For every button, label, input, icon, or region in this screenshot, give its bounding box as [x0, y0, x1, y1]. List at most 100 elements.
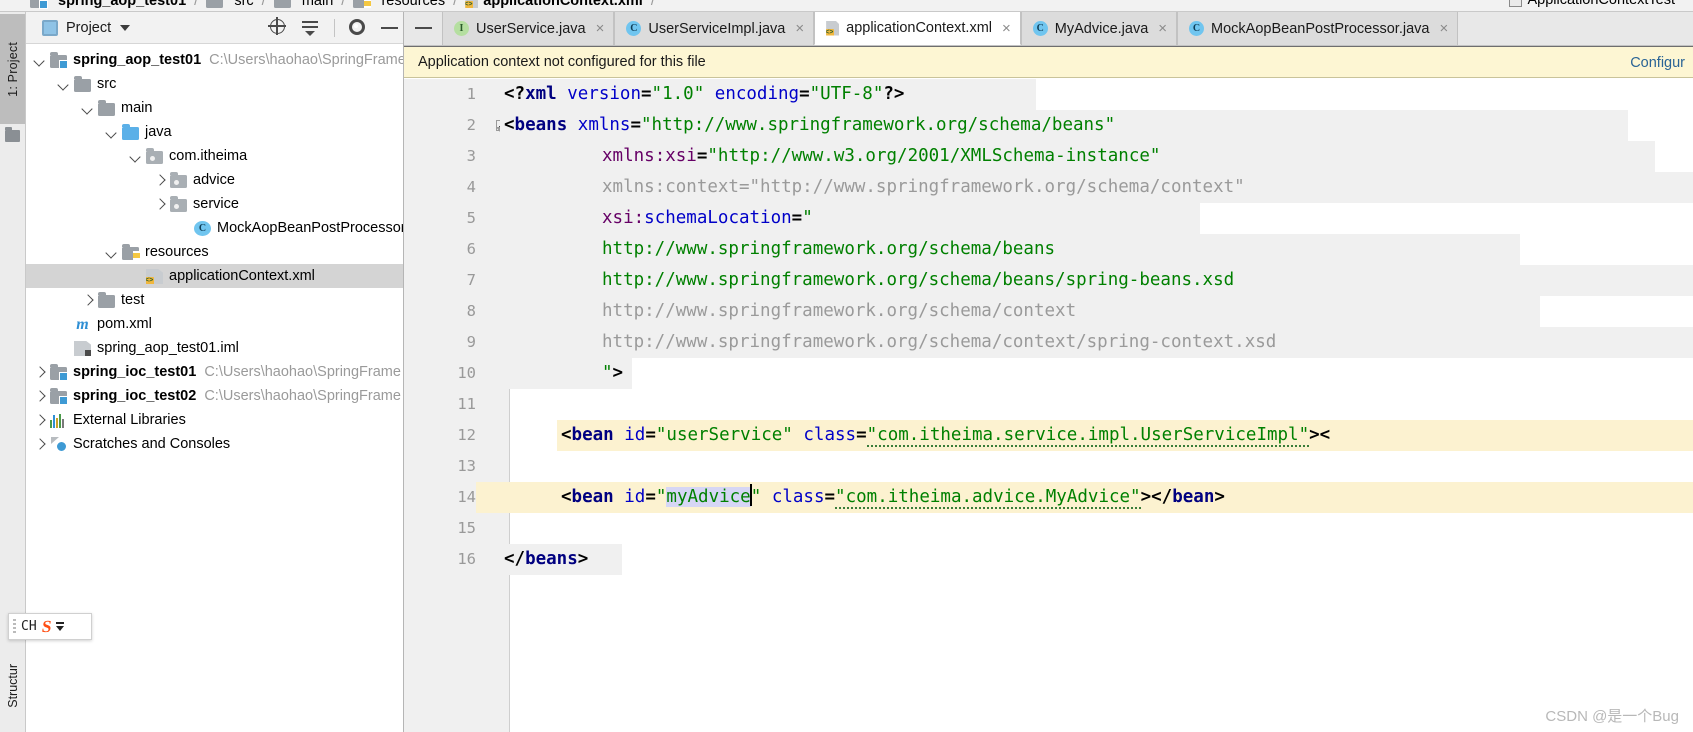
chevron-right-icon[interactable] [34, 414, 47, 427]
chevron-right-icon[interactable] [154, 174, 167, 187]
chevron-right-icon[interactable] [154, 198, 167, 211]
code-line[interactable]: 15 [404, 513, 1693, 544]
tree-item-advice[interactable]: advice [26, 168, 403, 192]
chevron-right-icon[interactable] [82, 294, 95, 307]
fold-marker-bean14[interactable] [492, 606, 510, 637]
code-line[interactable]: 16 </beans> [404, 544, 1693, 575]
tree-item-label: test [121, 292, 145, 308]
editor-tab-applicationcontext-xml[interactable]: applicationContext.xml × [814, 12, 1021, 45]
expand-icon[interactable] [56, 622, 65, 631]
close-icon[interactable]: × [1158, 20, 1167, 37]
chevron-down-icon[interactable] [130, 150, 143, 163]
line-number: 8 [466, 302, 476, 320]
locate-icon[interactable] [268, 17, 288, 37]
breadcrumb-item-file[interactable]: applicationContext.xml [465, 0, 643, 9]
chevron-right-icon[interactable] [34, 438, 47, 451]
tree-item-resources[interactable]: resources [26, 240, 403, 264]
chevron-down-icon[interactable] [34, 54, 47, 67]
tree-item-test[interactable]: test [26, 288, 403, 312]
collapse-all-icon[interactable] [302, 19, 320, 37]
sogou-ime-icon[interactable]: S [40, 617, 52, 637]
tree-item-main[interactable]: main [26, 96, 403, 120]
close-icon[interactable]: × [1439, 20, 1448, 37]
ime-status-bar[interactable]: CH S [8, 613, 92, 640]
chevron-down-icon[interactable] [106, 126, 119, 139]
tree-item-spring-ioc-test01[interactable]: spring_ioc_test01 C:\Users\haohao\SpringF… [26, 360, 403, 384]
tree-item-spring-aop-test01-iml[interactable]: spring_aop_test01.iml [26, 336, 403, 360]
package-icon [146, 148, 163, 164]
editor-tab-userserviceimpl-java[interactable]: C UserServiceImpl.java × [614, 12, 815, 45]
line-number: 13 [457, 457, 476, 475]
breadcrumb-item-resources[interactable]: resources [353, 0, 445, 9]
code-line-active[interactable]: 14 <bean id="myAdvice" class="com.itheim… [404, 482, 1693, 513]
chevron-down-icon[interactable] [82, 102, 95, 115]
breadcrumb[interactable]: spring_aop_test01 / src / main / resourc… [30, 0, 657, 9]
close-icon[interactable]: × [596, 20, 605, 37]
tree-item-src[interactable]: src [26, 72, 403, 96]
code-line[interactable]: 2 <beans xmlns="http://www.springframewo… [404, 110, 1693, 141]
tree-item-java[interactable]: java [26, 120, 403, 144]
code-line[interactable]: 12 <bean id="userService" class="com.ith… [404, 420, 1693, 451]
code-line[interactable]: 8 http://www.springframework.org/schema/… [404, 296, 1693, 327]
chevron-down-icon[interactable] [58, 78, 71, 91]
tree-item-com-itheima[interactable]: com.itheima [26, 144, 403, 168]
breadcrumb-item-module[interactable]: spring_aop_test01 [30, 0, 186, 9]
chevron-right-icon[interactable] [34, 366, 47, 379]
code-line[interactable]: 10 "> [404, 358, 1693, 389]
chevron-down-icon[interactable] [106, 246, 119, 259]
code-line[interactable]: 5 xsi:schemaLocation=" [404, 203, 1693, 234]
project-tree[interactable]: spring_aop_test01 C:\Users\haohao\SpringF… [26, 44, 403, 456]
line-number: 12 [457, 426, 476, 444]
minimize-icon[interactable] [381, 19, 399, 37]
code-line[interactable]: 4 xmlns:context="http://www.springframew… [404, 172, 1693, 203]
code-line[interactable]: 9 http://www.springframework.org/schema/… [404, 327, 1693, 358]
editor-tab-userservice-java[interactable]: I UserService.java × [442, 12, 615, 45]
editor-tab-myadvice-java[interactable]: C MyAdvice.java × [1020, 12, 1178, 45]
rail-tab-project[interactable]: 1: Project [0, 14, 25, 124]
token: class [771, 487, 825, 507]
gear-icon[interactable] [349, 19, 367, 37]
token: xmlns [602, 146, 655, 166]
selected-text[interactable]: myAdvice [666, 487, 751, 507]
close-icon[interactable]: × [795, 20, 804, 37]
editor-tab-mockaopbeanpostprocessor-java[interactable]: C MockAopBeanPostProcessor.java × [1177, 12, 1459, 45]
code-line[interactable]: 11 [404, 389, 1693, 420]
close-icon[interactable]: × [1002, 20, 1011, 37]
code-line[interactable]: 3 xmlns:xsi="http://www.w3.org/2001/XMLS… [404, 141, 1693, 172]
tree-item-label: applicationContext.xml [169, 268, 315, 284]
folder-icon[interactable] [5, 127, 20, 142]
folder-icon [206, 0, 224, 8]
tree-item-external-libraries[interactable]: External Libraries [26, 408, 403, 432]
project-view-icon [42, 19, 58, 36]
run-config-selector[interactable]: ApplicationContextTest [1508, 0, 1675, 8]
code-line[interactable]: 6 http://www.springframework.org/schema/… [404, 234, 1693, 265]
code-line[interactable]: 7 http://www.springframework.org/schema/… [404, 265, 1693, 296]
drag-handle[interactable] [13, 618, 16, 635]
breadcrumb-separator: / [261, 0, 266, 9]
chevron-right-icon[interactable] [34, 390, 47, 403]
chevron-down-icon[interactable] [120, 24, 131, 31]
tree-item-spring-ioc-test02[interactable]: spring_ioc_test02 C:\Users\haohao\SpringF… [26, 384, 403, 408]
code-content[interactable]: 1 <?xml version="1.0" encoding="UTF-8"?>… [404, 79, 1693, 732]
code-line[interactable]: 1 <?xml version="1.0" encoding="UTF-8"?> [404, 79, 1693, 110]
tree-item-mockaopbeanpostprocessor[interactable]: C MockAopBeanPostProcessor [26, 216, 403, 240]
configure-link[interactable]: Configur [1630, 47, 1685, 79]
code-line[interactable]: 13 [404, 451, 1693, 482]
tree-item-service[interactable]: service [26, 192, 403, 216]
line-number: 2 [466, 116, 476, 134]
breadcrumb-item-main[interactable]: main [273, 0, 333, 9]
editor-tab-label: UserService.java [476, 20, 586, 37]
tree-item-applicationcontext-xml[interactable]: applicationContext.xml [26, 264, 403, 288]
ime-language-label[interactable]: CH [21, 619, 37, 634]
tree-item-pom-xml[interactable]: m pom.xml [26, 312, 403, 336]
tree-item-scratches-and-consoles[interactable]: Scratches and Consoles [26, 432, 403, 456]
rail-tab-structure[interactable]: Structur [0, 640, 25, 732]
breadcrumb-item-src[interactable]: src [206, 0, 254, 9]
token: "1.0" [651, 84, 705, 104]
hide-tabs-icon[interactable] [404, 11, 442, 45]
folder-icon [74, 76, 91, 92]
checkbox-icon [1508, 0, 1522, 7]
code-editor[interactable]: 1 <?xml version="1.0" encoding="UTF-8"?>… [404, 79, 1693, 732]
tree-item-spring-aop-test01[interactable]: spring_aop_test01 C:\Users\haohao\SpringF… [26, 48, 403, 72]
